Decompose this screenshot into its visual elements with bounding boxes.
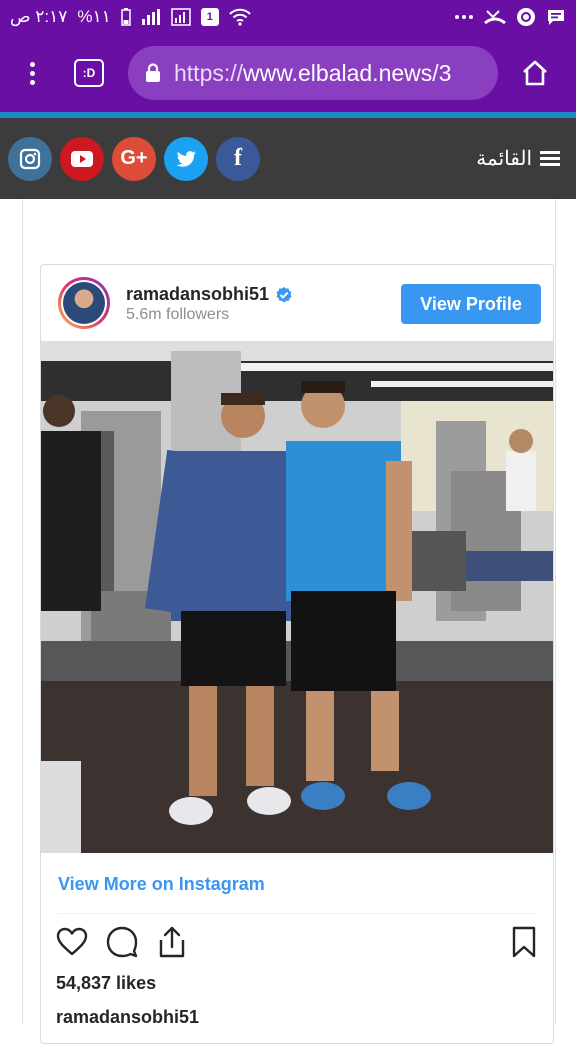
url-text: https://www.elbalad.news/3: [174, 60, 451, 87]
lock-icon: [146, 63, 160, 82]
instagram-post-photo[interactable]: [41, 341, 553, 853]
browser-toolbar: :D https://www.elbalad.news/3: [0, 34, 576, 112]
youtube-icon[interactable]: [60, 136, 104, 181]
battery-icon: [121, 8, 131, 26]
url-host: www.elbalad.news/3: [243, 59, 452, 86]
like-count: 54,837 likes: [56, 973, 157, 993]
battery-percent: %١١: [77, 7, 111, 26]
signal-box-icon: [171, 8, 191, 26]
instagram-embed-header: ramadansobhi51 5.6m followers View Profi…: [41, 265, 553, 341]
url-scheme: https://: [174, 59, 244, 86]
facebook-icon[interactable]: f: [216, 136, 260, 181]
divider: [58, 913, 536, 914]
view-profile-button[interactable]: View Profile: [401, 284, 541, 324]
follower-count: 5.6m followers: [126, 306, 230, 323]
post-actions: [41, 925, 553, 963]
clock: ٢:١٧ ص: [10, 7, 68, 26]
instagram-embed: ramadansobhi51 5.6m followers View Profi…: [40, 264, 554, 1044]
avatar[interactable]: [58, 277, 110, 329]
missed-call-icon: [484, 8, 506, 26]
status-right: [454, 7, 566, 27]
verified-badge-icon: [276, 286, 292, 302]
tabs-button[interactable]: :D: [74, 59, 104, 87]
chat-icon: [546, 8, 566, 26]
instagram-username[interactable]: ramadansobhi51: [126, 284, 269, 305]
address-bar[interactable]: https://www.elbalad.news/3: [128, 46, 498, 100]
bookmark-icon[interactable]: [507, 925, 541, 959]
social-links: G+ f: [8, 136, 260, 181]
share-icon[interactable]: [155, 925, 189, 959]
olx-app-icon: [516, 7, 536, 27]
status-bar: ٢:١٧ ص %١١ 1: [0, 0, 576, 34]
home-icon[interactable]: [518, 56, 552, 90]
google-plus-icon[interactable]: G+: [112, 136, 156, 181]
wifi-icon: [229, 8, 251, 26]
more-dots-icon: [454, 14, 474, 20]
comment-icon[interactable]: [105, 925, 139, 959]
site-menu-label: القائمة: [476, 148, 532, 170]
heart-icon[interactable]: [55, 925, 89, 959]
status-left: ٢:١٧ ص %١١ 1: [10, 7, 251, 27]
hamburger-icon: [540, 151, 560, 166]
caption-username[interactable]: ramadansobhi51: [56, 1007, 199, 1028]
instagram-username-row[interactable]: ramadansobhi51: [126, 284, 293, 305]
twitter-icon[interactable]: [164, 136, 208, 181]
view-more-on-instagram-link[interactable]: View More on Instagram: [58, 874, 265, 895]
signal-icon: [141, 9, 161, 25]
instagram-icon[interactable]: [8, 136, 52, 181]
site-menu-button[interactable]: القائمة: [476, 146, 568, 171]
overflow-menu-icon[interactable]: [14, 51, 50, 95]
sim-badge: 1: [200, 8, 219, 26]
site-nav: G+ f القائمة: [0, 118, 576, 199]
